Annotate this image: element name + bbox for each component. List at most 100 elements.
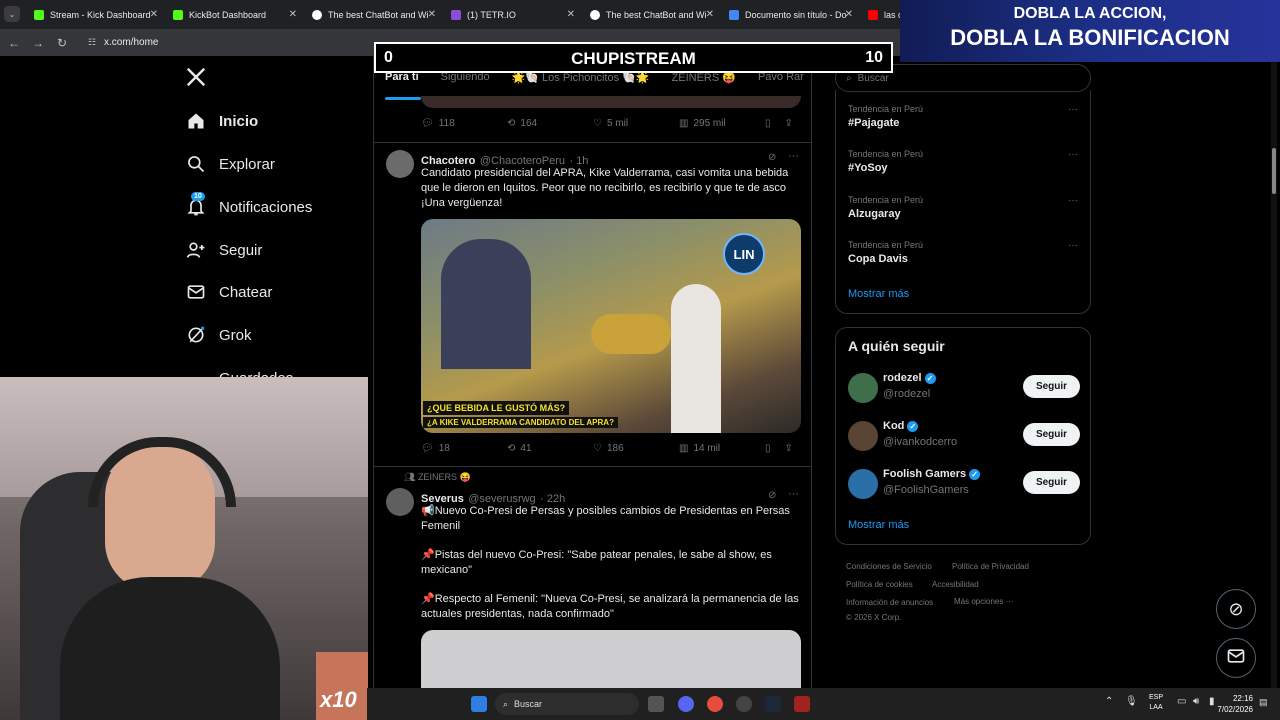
follow-suggestion[interactable]: rodezel ✓ @rodezel Seguir — [848, 370, 1080, 410]
repost-button[interactable]: ⟲ 164 — [507, 118, 593, 129]
user-name: Kod — [883, 420, 905, 432]
sidebar-item-explorar[interactable]: Explorar — [185, 153, 275, 175]
reload-icon[interactable]: ↻ — [52, 29, 72, 56]
footer-link[interactable]: Información de anuncios — [846, 598, 933, 607]
browser-tab[interactable]: KickBot Dashboard ✕ — [163, 0, 303, 29]
share-icon[interactable]: ⇪ — [785, 118, 793, 129]
share-icon[interactable]: ⇪ — [785, 443, 793, 454]
footer-link[interactable]: Política de cookies — [846, 580, 913, 589]
task-view-icon[interactable] — [648, 696, 664, 712]
scrollbar-thumb[interactable] — [1272, 148, 1276, 194]
bookmark-icon[interactable]: ▯ — [765, 118, 771, 129]
post-image[interactable] — [421, 96, 801, 108]
close-icon[interactable]: ✕ — [150, 9, 158, 20]
tab-title: KickBot Dashboard — [189, 9, 267, 20]
promo-line: DOBLA LA BONIFICACION — [950, 25, 1230, 50]
grok-float-button[interactable]: ⊘ — [1216, 589, 1256, 629]
more-icon[interactable]: ··· — [1068, 240, 1078, 251]
obs-icon[interactable] — [736, 696, 752, 712]
close-icon[interactable]: ✕ — [706, 9, 714, 20]
follow-icon — [185, 239, 207, 261]
taskbar-search-label: Buscar — [514, 699, 543, 709]
youtube-icon — [868, 9, 878, 20]
grok-icon[interactable]: ⊘ — [768, 152, 776, 163]
grok-icon[interactable]: ⊘ — [768, 490, 776, 501]
post-image[interactable] — [421, 630, 801, 688]
close-icon[interactable]: ✕ — [289, 9, 297, 20]
fruit-stand — [591, 314, 671, 354]
browser-tab[interactable]: (1) TETR.IO ✕ — [441, 0, 581, 29]
close-icon[interactable]: ✕ — [428, 9, 436, 20]
close-icon[interactable]: ✕ — [567, 9, 575, 20]
network-icon[interactable]: ▭ — [1177, 696, 1186, 707]
scrollbar[interactable] — [1271, 58, 1277, 688]
follow-suggestion[interactable]: Kod ✓ @ivankodcerro Seguir — [848, 418, 1080, 458]
browser-tab[interactable]: Documento sin título - Do ✕ — [719, 0, 859, 29]
chrome-icon[interactable] — [707, 696, 723, 712]
browser-tab[interactable]: The best ChatBot and Wi ✕ — [302, 0, 442, 29]
like-button[interactable]: ♡ 186 — [593, 443, 679, 454]
follow-button[interactable]: Seguir — [1023, 423, 1080, 446]
steam-icon[interactable] — [765, 696, 781, 712]
sidebar-item-inicio[interactable]: Inicio — [185, 110, 258, 132]
back-icon[interactable]: ← — [4, 29, 24, 56]
views-button[interactable]: ▥ 295 mil — [679, 118, 765, 129]
browser-tab[interactable]: The best ChatBot and Wi ✕ — [580, 0, 720, 29]
repost-button[interactable]: ⟲ 41 — [507, 443, 593, 454]
more-icon[interactable]: ··· — [1068, 149, 1078, 160]
sidebar-item-chatear[interactable]: Chatear — [185, 281, 272, 303]
reply-button[interactable]: 💬︎ 118 — [421, 118, 507, 129]
discord-icon[interactable] — [678, 696, 694, 712]
avatar[interactable] — [848, 469, 878, 499]
footer-link[interactable]: Condiciones de Servicio — [846, 562, 932, 571]
mic-icon[interactable]: 🎙︎ — [1125, 696, 1138, 707]
browser-tab[interactable]: Stream - Kick Dashboard ✕ — [24, 0, 164, 29]
post-image[interactable]: LIN ¿QUE BEBIDA LE GUSTÓ MÁS? ¿A KIKE VA… — [421, 219, 801, 433]
trend-item[interactable]: Tendencia en Perú #YoSoy — [848, 149, 923, 174]
like-button[interactable]: ♡ 5 mil — [593, 118, 679, 129]
volume-icon[interactable]: 🔊︎ — [1193, 696, 1199, 707]
dota-icon[interactable] — [794, 696, 810, 712]
sidebar-item-notificaciones[interactable]: 10 Notificaciones — [185, 192, 312, 218]
tab-search-button[interactable]: ⌄ — [4, 6, 20, 22]
footer-link[interactable]: Más opciones ··· — [954, 597, 1014, 606]
close-icon[interactable]: ✕ — [845, 9, 853, 20]
promo-banner: DOBLA LA ACCION, DOBLA LA BONIFICACION — [900, 0, 1280, 62]
messages-float-button[interactable] — [1216, 638, 1256, 678]
repost-icon: ⟲ — [507, 443, 516, 454]
more-icon[interactable]: ··· — [1068, 104, 1078, 115]
follow-suggestion[interactable]: Foolish Gamers ✓ @FoolishGamers Seguir — [848, 466, 1080, 506]
avatar[interactable] — [848, 373, 878, 403]
url-field[interactable]: ☷ x.com/home — [84, 33, 384, 52]
footer-link[interactable]: Accesibilidad — [932, 580, 979, 589]
trend-item[interactable]: Tendencia en Perú #Pajagate — [848, 104, 923, 129]
follow-button[interactable]: Seguir — [1023, 471, 1080, 494]
chevron-up-icon[interactable]: ⌃ — [1105, 696, 1113, 707]
reply-button[interactable]: 💬︎ 18 — [421, 443, 507, 454]
forward-icon[interactable]: → — [28, 29, 48, 56]
language-indicator[interactable]: ESP LAA — [1149, 693, 1163, 713]
clock[interactable]: 22:16 7/02/2026 — [1213, 693, 1253, 715]
show-more-link[interactable]: Mostrar más — [848, 288, 909, 300]
follow-button[interactable]: Seguir — [1023, 375, 1080, 398]
trend-item[interactable]: Tendencia en Perú Alzugaray — [848, 195, 923, 220]
bookmark-icon[interactable]: ▯ — [765, 443, 771, 454]
show-more-link[interactable]: Mostrar más — [848, 519, 909, 531]
avatar[interactable] — [848, 421, 878, 451]
taskbar-search[interactable]: ⌕ Buscar — [495, 693, 639, 715]
community-label[interactable]: 👥︎ ZEINERS 😝 — [404, 472, 471, 483]
footer-link[interactable]: Política de Privacidad — [952, 562, 1029, 571]
sidebar-item-seguir[interactable]: Seguir — [185, 239, 262, 261]
home-icon — [185, 110, 207, 132]
notification-center-icon[interactable]: ▤ — [1259, 697, 1268, 708]
more-icon[interactable]: ··· — [788, 488, 799, 500]
trend-item[interactable]: Tendencia en Perú Copa Davis — [848, 240, 923, 265]
more-icon[interactable]: ··· — [1068, 195, 1078, 206]
windows-start-icon[interactable] — [471, 696, 487, 712]
more-icon[interactable]: ··· — [788, 150, 799, 162]
views-button[interactable]: ▥ 14 mil — [679, 443, 765, 454]
avatar[interactable] — [386, 150, 414, 178]
x-logo-icon[interactable] — [185, 66, 209, 90]
sidebar-item-grok[interactable]: Grok — [185, 324, 252, 346]
avatar[interactable] — [386, 488, 414, 516]
